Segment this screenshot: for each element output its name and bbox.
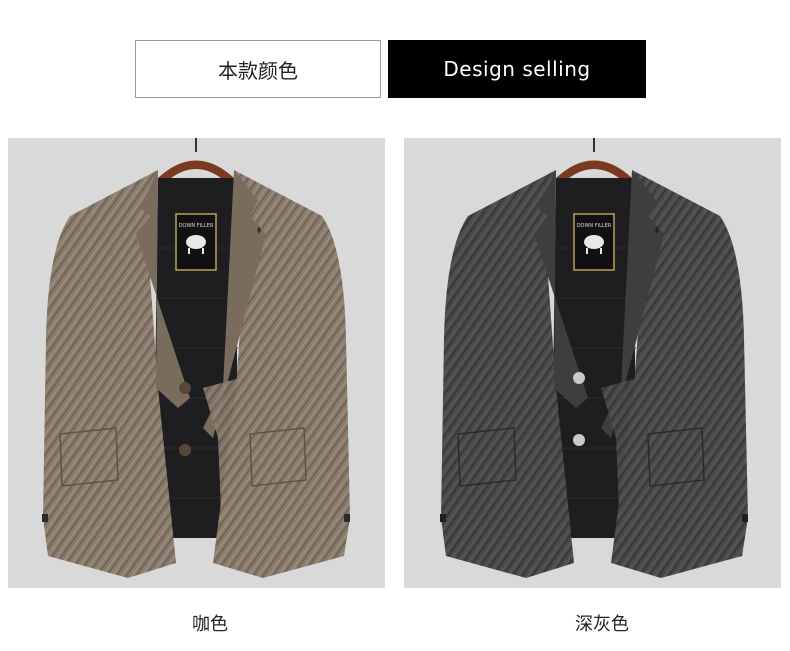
color-caption-dark-grey: 深灰色 — [575, 614, 629, 635]
label-down-filler: DOWN FILLER — [179, 223, 214, 229]
tab-current-colors[interactable]: 本款颜色 — [135, 40, 381, 98]
label-down-filler: DOWN FILLER — [577, 223, 612, 229]
product-image-dark-grey: DOWN FILLER — [404, 138, 781, 588]
product-image-brown: DOWN FILLER — [8, 138, 385, 588]
color-caption-brown: 咖色 — [192, 614, 228, 635]
tab-design-selling[interactable]: Design selling — [388, 40, 646, 98]
